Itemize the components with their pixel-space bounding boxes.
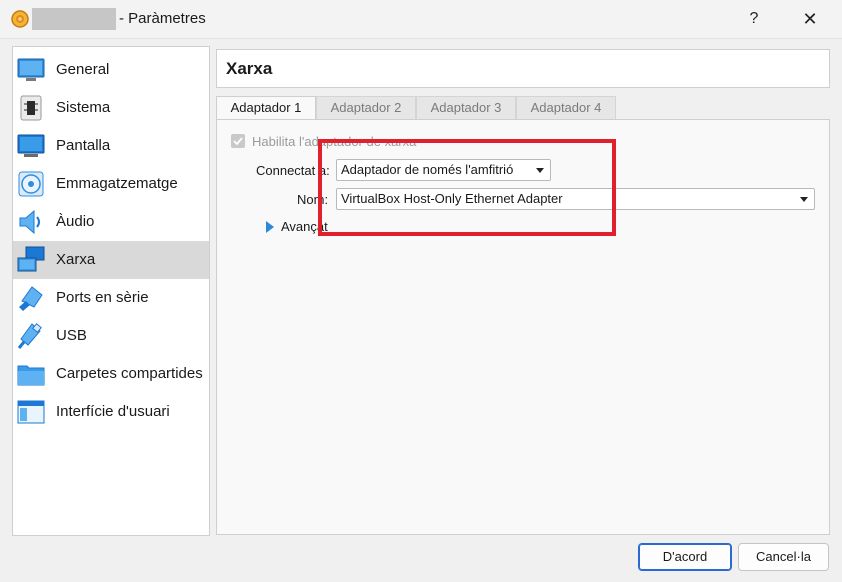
sidebar-item-audio[interactable]: Àudio [13,203,209,241]
page-header: Xarxa [216,49,830,88]
speaker-icon [19,209,40,235]
tab-adaptador-3[interactable]: Adaptador 3 [416,96,516,119]
sidebar-item-label: General [56,61,110,78]
sidebar-item-label: Sistema [56,99,111,116]
chevron-down-icon [800,197,808,202]
cancel-button[interactable]: Cancel·la [738,543,829,571]
close-button[interactable]: ✕ [790,6,830,32]
expand-arrow-icon[interactable] [266,221,274,233]
sidebar-item-label: Pantalla [56,137,111,154]
sidebar-item-interficie-usuari[interactable]: Interfície d'usuari [13,393,209,431]
tab-adaptador-4[interactable]: Adaptador 4 [516,96,616,119]
adapter-name-value: VirtualBox Host-Only Ethernet Adapter [341,191,563,206]
network-icon [17,246,45,272]
sidebar-item-xarxa[interactable]: Xarxa [13,241,209,279]
system-chip-icon [20,95,42,121]
check-icon [233,137,243,146]
sidebar-item-usb[interactable]: USB [13,317,209,355]
sidebar-item-label: Interfície d'usuari [56,403,170,420]
user-interface-icon [17,400,45,424]
name-label: Nom: [297,192,329,207]
adapter-panel: Habilita l'adaptador de xarxa Connectat … [216,119,830,535]
attached-to-value: Adaptador de només l'amfitrió [341,162,514,177]
blurred-vm-name [32,8,116,30]
enable-adapter-label: Habilita l'adaptador de xarxa [252,134,417,149]
tab-adaptador-2[interactable]: Adaptador 2 [316,96,416,119]
shared-folder-icon [17,365,45,386]
sidebar-item-sistema[interactable]: Sistema [13,89,209,127]
advanced-toggle[interactable]: Avançat [281,219,328,234]
sidebar-item-emmagatzematge[interactable]: Emmagatzematge [13,165,209,203]
window-title: - Paràmetres [119,10,206,27]
sidebar-item-label: Carpetes compartides [56,365,203,382]
sidebar-item-label: Xarxa [56,251,96,268]
sidebar-item-label: Àudio [56,213,95,230]
tab-adaptador-1[interactable]: Adaptador 1 [216,96,316,121]
attached-to-select[interactable]: Adaptador de només l'amfitrió [336,159,551,181]
storage-disk-icon [18,171,44,197]
virtualbox-app-icon [11,10,29,28]
settings-sidebar: General Sistema Pantalla Emmagatzematge [12,46,210,536]
ok-button[interactable]: D'acord [638,543,732,571]
sidebar-item-carpetes-compartides[interactable]: Carpetes compartides [13,355,209,393]
sidebar-item-label: Emmagatzematge [56,175,178,192]
enable-adapter-checkbox[interactable] [231,134,245,148]
chevron-down-icon [536,168,544,173]
help-button[interactable]: ? [734,6,774,32]
sidebar-item-pantalla[interactable]: Pantalla [13,127,209,165]
attached-to-label: Connectat a: [256,163,330,178]
title-bar: - Paràmetres ? ✕ [0,0,842,39]
page-title: Xarxa [226,59,273,78]
sidebar-item-ports-serie[interactable]: Ports en sèrie [13,279,209,317]
sidebar-item-general[interactable]: General [13,51,209,89]
sidebar-item-label: USB [56,327,87,344]
display-icon [17,134,45,157]
adapter-name-select[interactable]: VirtualBox Host-Only Ethernet Adapter [336,188,815,210]
usb-icon [17,323,42,349]
general-icon [17,58,45,81]
sidebar-item-label: Ports en sèrie [56,289,149,306]
serial-port-icon [19,286,43,311]
